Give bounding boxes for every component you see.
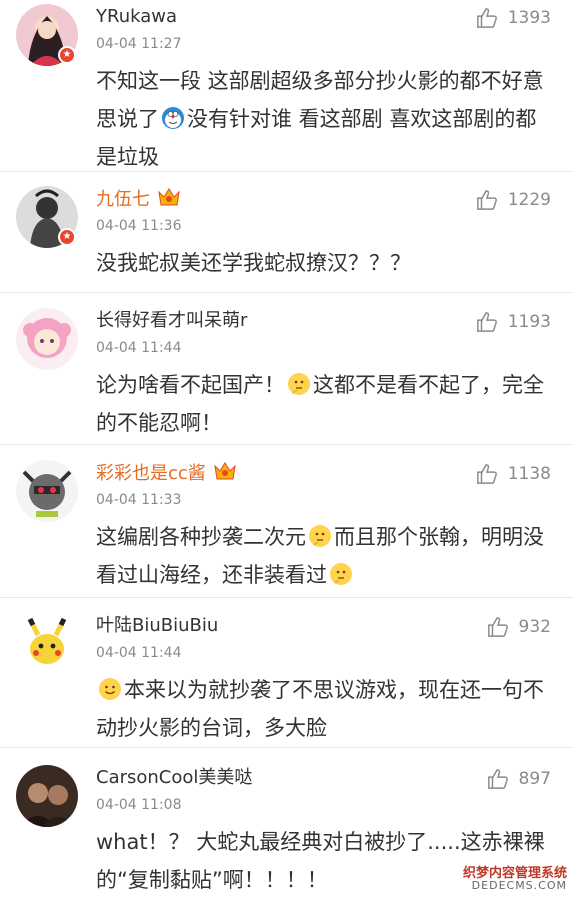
comment-text: 论为啥看不起国产！ 这都不是看不起了，完全的不能忍啊！ — [96, 373, 544, 435]
comment-text: 没我蛇叔美还学我蛇叔撩汉？？？ — [96, 251, 411, 275]
verified-badge-icon: ★ — [58, 228, 76, 246]
divider — [0, 444, 573, 445]
comment-text: 这编剧各种抄袭二次元 而且那个张翰，明明没看过山海经，还非装看过 — [96, 525, 544, 587]
thumbs-up-icon — [476, 464, 497, 484]
comment-item: 长得好看才叫呆萌r 04-04 11:44 1193 论为啥看不起国产！ 这都不是… — [0, 304, 573, 445]
divider — [0, 292, 573, 293]
username[interactable]: 长得好看才叫呆萌r — [96, 310, 247, 332]
timestamp: 04-04 11:08 — [96, 797, 182, 813]
comment-text: 本来以为就抄袭了不思议游戏，现在还一句不动抄火影的台词，多大脸 — [96, 678, 544, 740]
verified-badge-icon: ★ — [58, 46, 76, 64]
username[interactable]: CarsonCool美美哒 — [96, 767, 252, 789]
timestamp: 04-04 11:27 — [96, 36, 182, 52]
vip-crown-icon — [214, 462, 236, 480]
like-count: 1138 — [507, 464, 551, 484]
comment-item: 彩彩也是cc酱 04-04 11:33 1138 这编剧各种抄袭二次元 而且那个张… — [0, 456, 573, 598]
like-button[interactable]: 1138 — [476, 460, 551, 488]
divider — [0, 597, 573, 598]
doraemon-emoji-icon — [162, 107, 184, 129]
thumbs-up-icon — [476, 312, 497, 332]
like-count: 1193 — [507, 312, 551, 332]
thumbs-up-icon — [487, 617, 508, 637]
like-count: 897 — [518, 769, 551, 789]
like-count: 932 — [518, 617, 551, 637]
vip-crown-icon — [158, 188, 180, 206]
thinking-emoji-icon — [309, 525, 331, 547]
comment-item: ★ YRukawa 04-04 11:27 1393 不知这一段 这部剧超级多部… — [0, 0, 573, 172]
like-button[interactable]: 1229 — [476, 186, 551, 214]
thumbs-up-icon — [476, 8, 497, 28]
username[interactable]: 彩彩也是cc酱 — [96, 462, 236, 485]
like-button[interactable]: 1393 — [476, 4, 551, 32]
avatar[interactable] — [16, 765, 78, 827]
timestamp: 04-04 11:44 — [96, 340, 182, 356]
thinking-emoji-icon — [288, 373, 310, 395]
thumbs-up-icon — [487, 769, 508, 789]
username[interactable]: 叶陆BiuBiuBiu — [96, 615, 218, 637]
username[interactable]: YRukawa — [96, 6, 177, 28]
timestamp: 04-04 11:44 — [96, 645, 182, 661]
comment-text: 不知这一段 这部剧超级多部分抄火影的都不好意思说了 没有针对谁 看这部剧 喜欢这部… — [96, 69, 544, 169]
divider — [0, 171, 573, 172]
avatar[interactable] — [16, 460, 78, 522]
thumbs-up-icon — [476, 190, 497, 210]
timestamp: 04-04 11:33 — [96, 492, 182, 508]
username[interactable]: 九伍七 — [96, 188, 180, 211]
like-count: 1229 — [507, 190, 551, 210]
timestamp: 04-04 11:36 — [96, 218, 182, 234]
comment-item: ★ 九伍七 04-04 11:36 1229 没我蛇叔美还学我蛇叔撩汉？？？ — [0, 182, 573, 293]
like-button[interactable]: 897 — [487, 765, 551, 793]
like-count: 1393 — [507, 8, 551, 28]
watermark: 织梦内容管理系统 DEDECMS.COM — [462, 866, 567, 892]
avatar[interactable] — [16, 613, 78, 675]
like-button[interactable]: 1193 — [476, 308, 551, 336]
comment-item: 叶陆BiuBiuBiu 04-04 11:44 932 本来以为就抄袭了不思议游… — [0, 609, 573, 748]
avatar[interactable] — [16, 308, 78, 370]
smile-emoji-icon — [99, 678, 121, 700]
thinking-emoji-icon — [330, 563, 352, 585]
divider — [0, 747, 573, 748]
like-button[interactable]: 932 — [487, 613, 551, 641]
